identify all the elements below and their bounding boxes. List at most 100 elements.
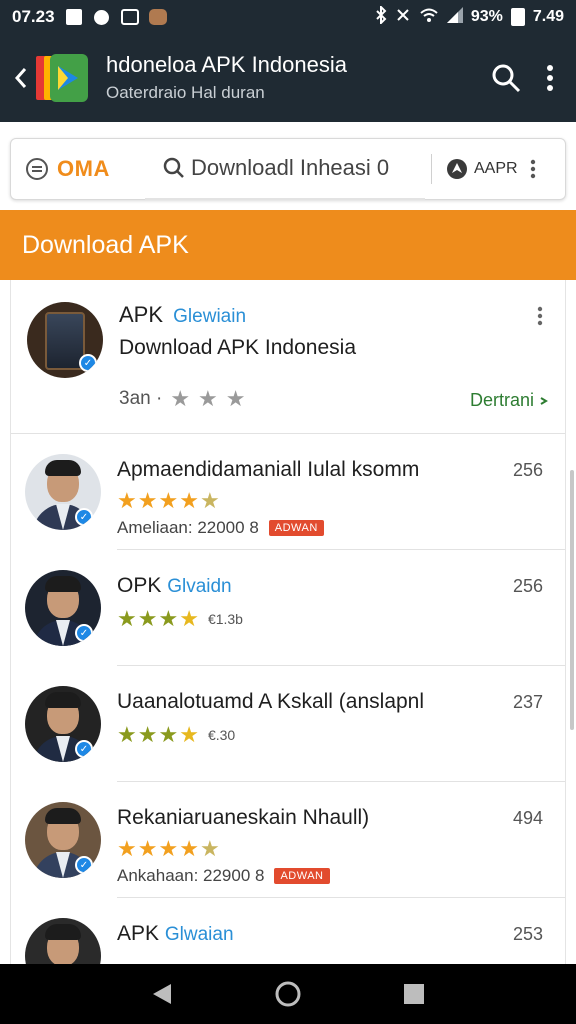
avatar: ✓ bbox=[25, 802, 101, 878]
download-badge[interactable]: ADWAN bbox=[274, 868, 330, 884]
rating-stars: ★ ★ ★ ★ €1.3b bbox=[117, 608, 243, 630]
scrollbar[interactable] bbox=[570, 470, 574, 730]
recents-square-icon bbox=[404, 984, 425, 1004]
star-icon: ★ bbox=[158, 836, 179, 861]
featured-item[interactable]: ✓ APK Glewiain Download APK Indonesia 3a… bbox=[11, 280, 565, 434]
search-icon bbox=[163, 157, 184, 178]
search-query: Downloadl Inheasi 0 bbox=[191, 155, 390, 180]
app-thumbnail: ✓ bbox=[27, 302, 103, 378]
list-item[interactable]: ✓ OPK Glvaidn 256 ★ ★ ★ ★ €1.3b bbox=[25, 550, 565, 666]
star-icon: ★ bbox=[158, 488, 179, 513]
app-subtitle: Oaterdraio Hal duran bbox=[106, 83, 265, 102]
item-title-text: APK bbox=[117, 922, 160, 945]
vibrate-icon bbox=[395, 7, 411, 28]
search-button[interactable] bbox=[490, 62, 522, 94]
item-size: €.30 bbox=[207, 727, 236, 743]
more-vertical-icon bbox=[537, 306, 543, 326]
star-icon: ★ bbox=[117, 722, 137, 747]
star-icon: ★ bbox=[117, 836, 137, 861]
star-icon: ★ bbox=[117, 606, 137, 631]
menu-icon bbox=[26, 158, 48, 180]
featured-tag[interactable]: Glewiain bbox=[173, 306, 246, 327]
item-title: Rekaniaruaneskain Nhaull) bbox=[117, 806, 370, 829]
battery-icon bbox=[510, 8, 525, 26]
list-item[interactable]: APK Glwaian 253 bbox=[25, 898, 565, 964]
item-meta: Ameliaan: 22000 8 ADWAN bbox=[117, 518, 324, 538]
star-icon: ★ bbox=[137, 606, 158, 631]
notification-icon bbox=[93, 8, 111, 26]
back-button[interactable] bbox=[10, 34, 32, 122]
half-star-icon: ★ bbox=[199, 488, 220, 513]
item-tag[interactable]: Glwaian bbox=[165, 924, 234, 945]
star-icon: ★ bbox=[179, 606, 199, 631]
item-title: OPK Glvaidn bbox=[117, 574, 232, 598]
back-triangle-icon bbox=[152, 984, 171, 1004]
featured-title-text: APK bbox=[119, 302, 164, 327]
section-header: Download APK bbox=[0, 210, 576, 280]
section-title: Download APK bbox=[22, 230, 189, 259]
wifi-icon bbox=[419, 7, 439, 28]
item-meta: Ankahaan: 22900 8 ADWAN bbox=[117, 866, 330, 886]
chevron-right-icon bbox=[540, 397, 548, 405]
apk-filter-button[interactable]: AAPR bbox=[446, 158, 518, 180]
battery-percent: 93% bbox=[470, 8, 503, 25]
navigation-icon bbox=[447, 159, 467, 179]
chevron-left-icon bbox=[14, 68, 27, 88]
status-bar: 07.23 93% 7.49 bbox=[0, 0, 576, 34]
list-item[interactable]: ✓ Uaanalotuamd A Kskall (anslapnl 237 ★ … bbox=[25, 666, 565, 782]
recents-nav-button[interactable] bbox=[403, 983, 425, 1005]
home-circle-icon bbox=[275, 981, 301, 1007]
divider bbox=[431, 154, 432, 184]
list-item[interactable]: ✓ Rekaniaruaneskain Nhaull) 494 ★ ★ ★ ★ … bbox=[25, 782, 565, 898]
brand-name: OMA bbox=[57, 156, 110, 181]
signal-icon bbox=[446, 6, 463, 28]
star-icon: ★ bbox=[137, 488, 158, 513]
item-count: 256 bbox=[512, 460, 543, 480]
star-icon: ★ bbox=[170, 386, 191, 411]
item-count: 237 bbox=[512, 692, 543, 712]
item-count: 494 bbox=[512, 808, 543, 828]
overflow-menu-button[interactable] bbox=[546, 64, 554, 92]
brand[interactable]: OMA bbox=[25, 156, 145, 182]
item-tag[interactable]: Glvaidn bbox=[167, 576, 231, 597]
more-vertical-icon bbox=[530, 159, 535, 179]
home-nav-button[interactable] bbox=[274, 980, 302, 1008]
app-bar: hdoneloa APK Indonesia Oaterdraio Hal du… bbox=[0, 34, 576, 122]
status-clock: 7.49 bbox=[532, 8, 564, 25]
download-link[interactable]: Dertrani bbox=[470, 390, 549, 411]
more-vertical-icon bbox=[547, 65, 553, 91]
bluetooth-icon bbox=[375, 4, 387, 29]
star-icon: ★ bbox=[225, 386, 246, 411]
star-icon: ★ bbox=[137, 722, 158, 747]
star-icon: ★ bbox=[198, 386, 218, 411]
featured-title: APK Glewiain bbox=[119, 302, 246, 328]
star-icon: ★ bbox=[117, 488, 137, 513]
list-item[interactable]: ✓ Apmaendidamaniall Iulal ksomm 256 ★ ★ … bbox=[25, 434, 565, 550]
item-count: 253 bbox=[512, 924, 543, 944]
featured-meta: 3an · ★ ★ ★ bbox=[119, 388, 246, 410]
item-count: 256 bbox=[512, 576, 543, 596]
featured-more-button[interactable] bbox=[537, 306, 543, 326]
search-input[interactable]: Downloadl Inheasi 0 bbox=[145, 138, 425, 200]
avatar bbox=[25, 918, 101, 964]
search-more-button[interactable] bbox=[530, 159, 536, 179]
item-title-text: OPK bbox=[117, 574, 162, 597]
item-size: €1.3b bbox=[207, 611, 243, 627]
message-icon bbox=[120, 8, 139, 26]
navigation-bar bbox=[0, 964, 576, 1024]
app-notification-icon bbox=[148, 8, 167, 26]
apk-filter-label: AAPR bbox=[474, 160, 518, 177]
download-badge[interactable]: ADWAN bbox=[268, 520, 324, 536]
image-icon bbox=[65, 8, 83, 26]
item-title: Uaanalotuamd A Kskall (anslapnl bbox=[117, 690, 425, 713]
rating-stars: ★ ★ ★ ★ €.30 bbox=[117, 724, 235, 746]
featured-subtitle: Download APK Indonesia bbox=[119, 336, 356, 359]
verified-icon: ✓ bbox=[75, 508, 93, 526]
back-nav-button[interactable] bbox=[151, 982, 173, 1006]
featured-meta-text: 3an · bbox=[119, 388, 163, 409]
verified-icon: ✓ bbox=[75, 856, 93, 874]
download-link-text: Dertrani bbox=[469, 390, 534, 410]
star-icon: ★ bbox=[179, 836, 199, 861]
item-meta-text: Ankahaan: 22900 8 bbox=[117, 866, 265, 885]
app-title: hdoneloa APK Indonesia bbox=[106, 52, 347, 77]
